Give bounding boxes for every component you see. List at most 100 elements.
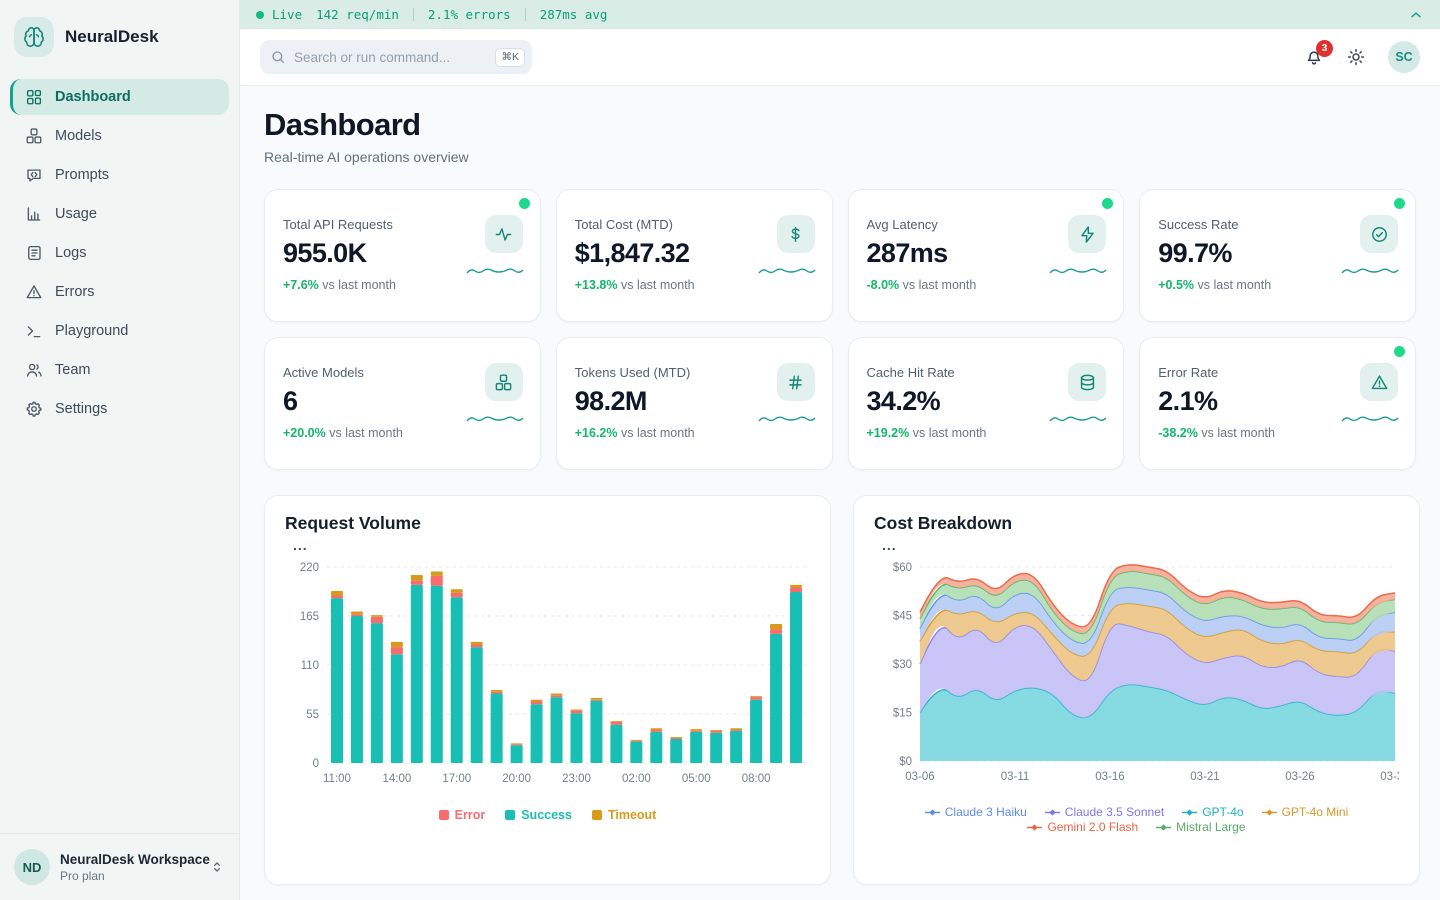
notification-badge: 3 [1316, 40, 1333, 57]
search-icon [270, 49, 286, 65]
sidebar-item-usage[interactable]: Usage [10, 196, 229, 232]
stat-card: Total Cost (MTD)$1,847.32+13.8% vs last … [556, 189, 833, 322]
sidebar-item-label: Settings [55, 401, 107, 417]
stat-delta: +20.0% vs last month [283, 426, 522, 440]
warning-triangle-icon [1370, 373, 1389, 392]
live-indicator-dot [519, 198, 530, 209]
svg-text:55: 55 [306, 709, 319, 721]
notifications-button[interactable]: 3 [1304, 47, 1324, 67]
sidebar-item-errors[interactable]: Errors [10, 274, 229, 310]
check-circle-icon [1360, 215, 1398, 253]
chart-title: Cost Breakdown [874, 513, 1399, 534]
sidebar-item-logs[interactable]: Logs [10, 235, 229, 271]
stats-grid: Total API Requests955.0K+7.6% vs last mo… [264, 189, 1416, 470]
workspace-avatar: ND [14, 849, 50, 885]
chart-menu-button[interactable]: ... [882, 537, 1399, 553]
legend-marker-icon [925, 808, 940, 817]
search-input[interactable] [294, 50, 487, 65]
cost-breakdown-chart: $0$15$30$45$6003-0603-1103-1603-2103-260… [874, 555, 1399, 805]
avg-latency: 287ms avg [540, 7, 608, 22]
svg-text:$0: $0 [899, 756, 912, 768]
bar-chart-icon [25, 205, 43, 223]
sparkline [466, 411, 526, 425]
user-avatar[interactable]: SC [1388, 41, 1420, 73]
legend-item[interactable]: Success [505, 808, 572, 822]
stat-card: Tokens Used (MTD)98.2M+16.2% vs last mon… [556, 337, 833, 470]
legend-item[interactable]: Claude 3.5 Sonnet [1045, 805, 1164, 819]
brain-icon [14, 17, 54, 57]
svg-text:20:00: 20:00 [502, 773, 531, 785]
error-rate: 2.1% errors [428, 7, 511, 22]
legend-item[interactable]: Mistral Large [1156, 820, 1245, 834]
live-dot [256, 11, 264, 19]
dollar-icon [777, 215, 815, 253]
chevron-up-icon[interactable] [1408, 7, 1424, 23]
stat-delta: -8.0% vs last month [867, 278, 1106, 292]
svg-text:03-26: 03-26 [1285, 771, 1314, 783]
warning-triangle-icon [25, 283, 43, 301]
sidebar-item-label: Team [55, 362, 90, 378]
sparkline [758, 411, 818, 425]
sidebar-item-dashboard[interactable]: Dashboard [10, 79, 229, 115]
legend-item[interactable]: GPT-4o Mini [1262, 805, 1349, 819]
hash-icon [786, 373, 805, 392]
svg-text:0: 0 [313, 758, 319, 770]
chevrons-up-down-icon[interactable] [209, 859, 225, 875]
stat-card: Avg Latency287ms-8.0% vs last month [848, 189, 1125, 322]
theme-toggle-button[interactable] [1346, 47, 1366, 67]
req-rate: 142 req/min [316, 7, 399, 22]
request-volume-legend: Error Success Timeout [285, 808, 810, 822]
legend-item[interactable]: GPT-4o [1182, 805, 1243, 819]
stat-delta: +16.2% vs last month [575, 426, 814, 440]
svg-text:$60: $60 [893, 562, 912, 574]
sparkline [466, 263, 526, 277]
search-box[interactable]: ⌘K [260, 40, 532, 74]
hash-icon [777, 363, 815, 401]
sidebar-item-settings[interactable]: Settings [10, 391, 229, 427]
svg-text:$15: $15 [893, 708, 912, 720]
page-title: Dashboard [264, 107, 1416, 143]
sparkline [1341, 263, 1401, 277]
sidebar-item-team[interactable]: Team [10, 352, 229, 388]
workspace-name: NeuralDesk Workspace [60, 852, 199, 867]
brand: NeuralDesk [0, 0, 239, 71]
check-circle-icon [1370, 225, 1389, 244]
chart-menu-button[interactable]: ... [293, 537, 810, 553]
svg-text:23:00: 23:00 [562, 773, 591, 785]
sidebar: NeuralDesk Dashboard Models Prompts UsageLo… [0, 0, 240, 900]
message-code-icon [25, 166, 43, 184]
legend-item[interactable]: Error [439, 808, 486, 822]
terminal-icon [25, 322, 43, 340]
boxes-icon [485, 363, 523, 401]
live-status-bar: Live 142 req/min 2.1% errors 287ms avg [240, 0, 1440, 29]
sidebar-item-label: Prompts [55, 167, 109, 183]
page-content: Dashboard Real-time AI operations overvi… [240, 86, 1440, 900]
sparkline [1049, 263, 1109, 277]
gear-icon [25, 400, 43, 418]
live-indicator-dot [1102, 198, 1113, 209]
legend-item[interactable]: Timeout [592, 808, 656, 822]
legend-item[interactable]: Claude 3 Haiku [925, 805, 1027, 819]
legend-item[interactable]: Gemini 2.0 Flash [1027, 820, 1138, 834]
workspace-plan: Pro plan [60, 869, 199, 883]
svg-text:165: 165 [300, 611, 319, 623]
request-volume-chart: 05511016522011:0014:0017:0020:0023:0002:… [285, 555, 810, 805]
sidebar-item-label: Models [55, 128, 102, 144]
sidebar-item-prompts[interactable]: Prompts [10, 157, 229, 193]
stat-card: Total API Requests955.0K+7.6% vs last mo… [264, 189, 541, 322]
svg-text:110: 110 [301, 660, 319, 672]
brand-name: NeuralDesk [65, 27, 159, 47]
svg-text:11:00: 11:00 [323, 773, 351, 785]
users-icon [25, 361, 43, 379]
search-shortcut: ⌘K [495, 48, 525, 67]
legend-marker-icon [1027, 823, 1042, 832]
svg-text:$45: $45 [893, 611, 912, 623]
sun-icon [1346, 47, 1366, 67]
sidebar-item-playground[interactable]: Playground [10, 313, 229, 349]
cost-breakdown-legend: Claude 3 Haiku Claude 3.5 Sonnet GPT-4o GPT… [874, 805, 1399, 834]
sidebar-item-models[interactable]: Models [10, 118, 229, 154]
activity-icon [485, 215, 523, 253]
legend-marker-icon [1156, 823, 1171, 832]
boxes-icon [25, 127, 43, 145]
workspace-switcher[interactable]: ND NeuralDesk Workspace Pro plan [0, 833, 239, 900]
